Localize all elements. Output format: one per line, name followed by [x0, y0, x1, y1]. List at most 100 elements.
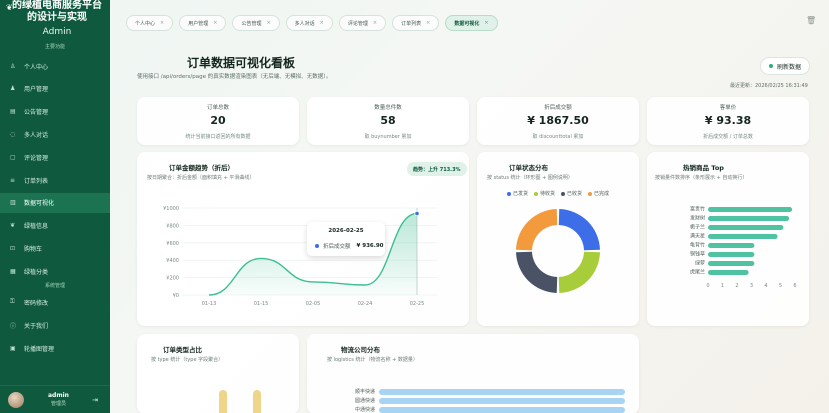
tab-label: 评论管理	[347, 20, 368, 27]
y-tick-label: ¥600	[166, 241, 179, 247]
sidebar-item-label: 评论管理	[24, 154, 49, 162]
sidebar-item-5[interactable]: ≡ 订单列表	[0, 170, 110, 190]
tab-close-icon[interactable]: ×	[266, 20, 270, 26]
sidebar-item-6[interactable]: ▥ 数据可视化	[0, 192, 110, 213]
bar-category-label: 满天星	[690, 233, 705, 240]
bar[interactable]	[379, 389, 625, 395]
type-title: 订单类型占比	[163, 346, 202, 354]
bar[interactable]	[708, 225, 784, 230]
group-system-label: 系统管理	[44, 283, 65, 289]
sidebar-sys-item-1[interactable]: ⓘ 关于我们	[0, 315, 110, 335]
bar[interactable]	[708, 207, 793, 212]
lock-icon: ⚿	[10, 298, 15, 305]
bar[interactable]	[708, 252, 755, 257]
stat-card-quantity: 数量总件数 58 取 buynumber 累加	[307, 97, 469, 145]
tooltip-value: ¥ 936.90	[356, 243, 384, 249]
avatar[interactable]	[8, 391, 24, 408]
tab-close-icon[interactable]: ×	[320, 20, 324, 26]
type-subtitle: 按 type 统计（type 字段聚合）	[151, 357, 224, 363]
donut-slice[interactable]	[558, 209, 600, 251]
status-donut-chart	[516, 209, 600, 293]
tab-3[interactable]: 多人对话 ×	[285, 15, 333, 31]
bar-category-label: 顺丰快递	[355, 388, 375, 395]
hot-bar-chart: 富贵竹发财树栀子兰满天星龟背竹铜钱草绿萝虎尾兰 0 1 2 3 4 5 6	[690, 206, 797, 290]
bar[interactable]	[708, 270, 749, 275]
plant-icon: ❦	[10, 222, 16, 230]
donut-slice[interactable]	[516, 209, 558, 251]
tab-close-icon[interactable]: ×	[426, 20, 430, 26]
sidebar-sys-item-0[interactable]: ⚿ 密码修改	[0, 292, 110, 312]
donut-slice[interactable]	[558, 251, 600, 293]
sidebar-item-4[interactable]: ▢ 评论管理	[0, 147, 110, 167]
sidebar-item-7[interactable]: ❦ 绿植信息	[0, 216, 110, 236]
sidebar-item-3[interactable]: ◌ 多人对话	[0, 124, 110, 144]
sidebar: ❦ 的绿植电商服务平台的设计与实现 Admin 主要功能 ♙ 个人中心 ♟ 用户管理 ▤…	[0, 0, 110, 413]
bar[interactable]	[708, 234, 778, 239]
tab-close-icon[interactable]: ×	[373, 20, 377, 26]
tab-close-icon[interactable]: ×	[484, 20, 488, 26]
sidebar-item-0[interactable]: ♙ 个人中心	[0, 56, 110, 76]
bar[interactable]	[708, 243, 755, 248]
sidebar-item-8[interactable]: ⊡ 购物车	[0, 238, 110, 258]
sidebar-item-2[interactable]: ▤ 公告管理	[0, 102, 110, 122]
tab-1[interactable]: 用户管理 ×	[179, 15, 227, 31]
bar[interactable]	[379, 407, 625, 413]
tooltip-series-dot	[315, 244, 319, 248]
tab-label: 个人中心	[135, 20, 156, 27]
stat-card-avg-price: 客单价 ¥ 93.38 折后成交额 / 订单总数	[647, 97, 809, 145]
tab-6[interactable]: 数据可视化 ×	[445, 15, 498, 31]
user-panel: admin 管理员 ⇥	[0, 385, 110, 413]
x-tick-label: 02-25	[410, 301, 425, 307]
refresh-button[interactable]: 刷新数据	[760, 57, 810, 75]
sidebar-item-9[interactable]: ▦ 绿植分类	[0, 261, 110, 281]
app-title: 的绿植电商服务平台的设计与实现	[12, 0, 102, 23]
y-tick-label: ¥1000	[163, 206, 179, 212]
sidebar-item-label: 关于我们	[24, 322, 49, 330]
tab-label: 多人对话	[294, 20, 315, 27]
bar-category-label: 栀子兰	[690, 224, 705, 231]
y-tick-label: ¥0	[173, 293, 179, 299]
stat-card-amount: 折后成交额 ¥ 1867.50 取 discounttotal 累加	[477, 97, 639, 145]
sidebar-item-label: 公告管理	[24, 109, 49, 117]
tooltip-date: 2026-02-25	[328, 228, 364, 234]
x-tick-label: 6	[793, 283, 796, 289]
x-tick-label: 5	[779, 283, 782, 289]
tab-0[interactable]: 个人中心 ×	[126, 15, 174, 31]
x-tick-label: 01-15	[254, 301, 269, 307]
stat-label: 订单总数	[206, 105, 229, 111]
data-point[interactable]	[414, 210, 420, 217]
trend-card: 订单金额趋势（折后） 按日期聚合：折后金额（面积填充 + 平滑曲线） 趋势：上升…	[137, 152, 469, 326]
tab-5[interactable]: 订单列表 ×	[392, 15, 440, 31]
app-logo: ❦ 的绿植电商服务平台的设计与实现 Admin	[6, 0, 106, 38]
bar[interactable]	[708, 216, 790, 221]
status-card: 订单状态分布 按 status 统计（环形图 + 图例说明） 已发货 待收货 已收货…	[477, 152, 639, 326]
tab-2[interactable]: 公告管理 ×	[232, 15, 280, 31]
tab-bar: 个人中心 × 用户管理 × 公告管理 × 多人对话 × 评论管理 × 订单列表 × 数据可视化 ×	[126, 15, 498, 31]
trash-icon[interactable]: 🗑	[806, 16, 816, 25]
stat-hint: 取 buynumber 累加	[364, 134, 412, 140]
group-main-label: 主要功能	[44, 44, 65, 50]
sidebar-item-label: 轮播图管理	[24, 345, 55, 353]
tab-close-icon[interactable]: ×	[213, 20, 217, 26]
tab-label: 公告管理	[241, 20, 262, 27]
bar[interactable]	[708, 261, 755, 266]
y-tick-label: ¥800	[166, 223, 179, 229]
sidebar-item-label: 购物车	[24, 245, 43, 253]
donut-slice[interactable]	[516, 251, 558, 293]
page-subtitle: 使用接口 /api/orders/page 的真实数据渲染图表（无后端、无模拟、…	[137, 74, 332, 80]
bar-category-label: 绿萝	[695, 260, 705, 267]
bar[interactable]	[379, 398, 625, 404]
sidebar-item-label: 个人中心	[24, 63, 49, 71]
sidebar-sys-item-2[interactable]: ▣ 轮播图管理	[0, 338, 110, 358]
bar-category-label: 虎尾兰	[690, 269, 705, 276]
sidebar-item-1[interactable]: ♟ 用户管理	[0, 79, 110, 99]
tab-4[interactable]: 评论管理 ×	[338, 15, 387, 31]
tab-close-icon[interactable]: ×	[160, 20, 164, 26]
chat-icon: ◌	[10, 130, 16, 138]
logout-icon[interactable]: ⇥	[92, 396, 98, 404]
sidebar-item-label: 多人对话	[24, 131, 49, 139]
carousel-icon: ▣	[10, 344, 16, 352]
order-type-card: 订单类型占比 按 type 统计（type 字段聚合）	[137, 334, 299, 413]
stat-label: 客单价	[719, 105, 737, 111]
users-icon: ♟	[10, 85, 16, 93]
